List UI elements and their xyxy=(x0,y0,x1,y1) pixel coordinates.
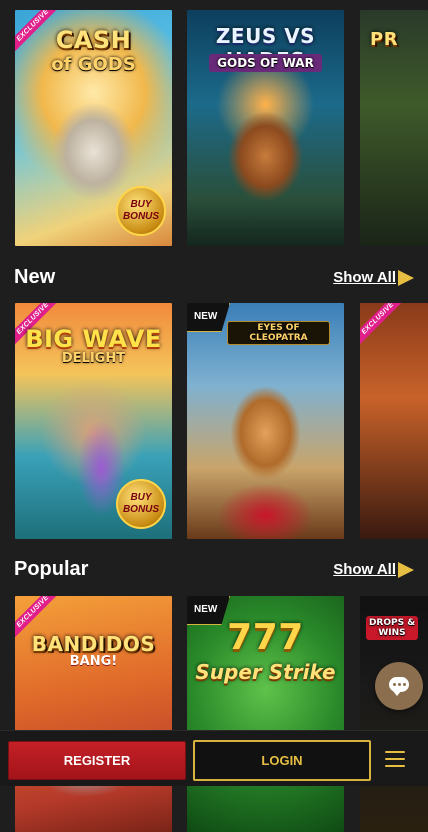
game-subtitle: GODS OF WAR xyxy=(209,54,322,72)
game-tile-partial[interactable]: EXCLUSIVE xyxy=(360,303,428,539)
game-tile-drops-and-wins[interactable]: DROPS & WINS xyxy=(360,596,428,832)
chevron-right-icon[interactable] xyxy=(398,270,414,286)
partial-game-artwork xyxy=(360,303,428,539)
game-tile-bandidos-bang[interactable]: EXCLUSIVE BANDIDOS BANG! xyxy=(15,596,172,832)
show-all-link[interactable]: Show All xyxy=(333,269,396,286)
game-subtitle: Super Strike xyxy=(195,660,336,684)
game-tile-cash-of-gods[interactable]: EXCLUSIVE CASH of GODS BUY BONUS xyxy=(15,10,172,246)
game-tile-eyes-of-cleopatra[interactable]: NEW EYES OF CLEOPATRA xyxy=(187,303,344,539)
game-row-top: EXCLUSIVE CASH of GODS BUY BONUS ZEUS VS… xyxy=(0,10,428,246)
bottom-action-bar: REGISTER LOGIN xyxy=(0,730,428,786)
drops-and-wins-badge: DROPS & WINS xyxy=(366,616,418,640)
chat-bubble-icon xyxy=(389,677,409,696)
new-badge-label: NEW xyxy=(194,604,218,615)
game-subtitle: BANG! xyxy=(69,654,118,669)
game-tile-big-wave-delight[interactable]: EXCLUSIVE BIG WAVE DELIGHT BUY BONUS xyxy=(15,303,172,539)
game-tile-partial[interactable]: PR xyxy=(360,10,428,246)
game-title: PR xyxy=(370,29,399,50)
chevron-right-icon[interactable] xyxy=(398,562,414,578)
game-row-popular: EXCLUSIVE BANDIDOS BANG! NEW 777 Super S… xyxy=(0,596,428,832)
section-title: Popular xyxy=(14,558,89,580)
login-button[interactable]: LOGIN xyxy=(193,740,371,781)
section-title: New xyxy=(14,266,56,288)
game-subtitle: of GODS xyxy=(51,54,136,75)
game-tile-zeus-vs-hades[interactable]: ZEUS VS HADES GODS OF WAR xyxy=(187,10,344,246)
hamburger-menu-icon[interactable] xyxy=(385,751,405,767)
game-title: BANDIDOS xyxy=(31,632,156,656)
section-header-popular: Popular Show All xyxy=(14,558,414,588)
buy-bonus-badge: BUY BONUS xyxy=(116,479,166,529)
chat-button[interactable] xyxy=(375,662,423,710)
section-header-new: New Show All xyxy=(14,266,414,296)
game-subtitle: DELIGHT xyxy=(61,351,126,366)
new-badge-label: NEW xyxy=(194,311,218,322)
game-row-new: EXCLUSIVE BIG WAVE DELIGHT BUY BONUS NEW… xyxy=(0,303,428,539)
register-button[interactable]: REGISTER xyxy=(8,741,186,780)
game-title: CASH xyxy=(55,26,132,54)
show-all-link[interactable]: Show All xyxy=(333,561,396,578)
game-tile-super-strike[interactable]: NEW 777 Super Strike xyxy=(187,596,344,832)
game-title: BIG WAVE xyxy=(25,325,162,353)
buy-bonus-badge: BUY BONUS xyxy=(116,186,166,236)
game-title: 777 xyxy=(227,617,304,658)
game-title: EYES OF CLEOPATRA xyxy=(227,321,330,345)
